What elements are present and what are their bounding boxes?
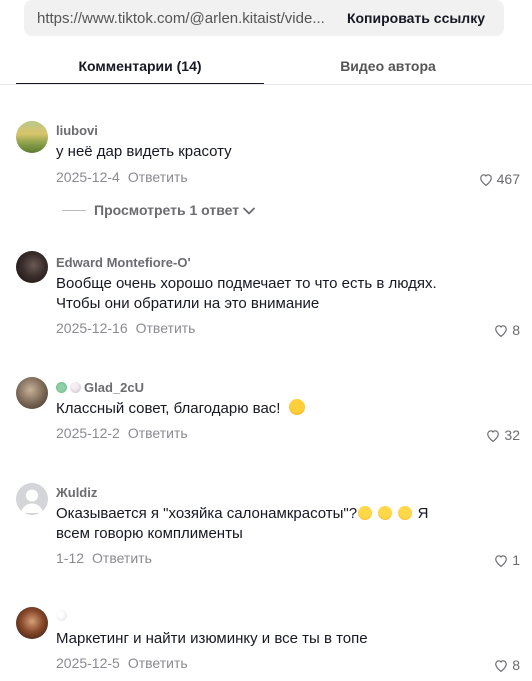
comment-text: Маркетинг и найти изюминку и все ты в то…: [56, 630, 368, 647]
avatar[interactable]: [16, 607, 48, 639]
comment-text: Классный совет, благодарю вас!: [56, 399, 456, 419]
like-count: 8: [512, 322, 520, 338]
comment-item: Edward Montefiore-O' Вообще очень хорошо…: [0, 251, 532, 345]
like-count: 1: [512, 552, 520, 568]
share-url-text[interactable]: https://www.tiktok.com/@arlen.kitaist/vi…: [24, 10, 327, 27]
comment-meta: 2025-12-5 Ответить: [56, 655, 188, 671]
reply-thread-line: [62, 209, 86, 211]
pearl-badge-icon: [70, 382, 81, 393]
comment-meta: 2025-12-16 Ответить: [56, 320, 195, 336]
heart-outline-icon: [494, 659, 508, 672]
reply-button[interactable]: Ответить: [92, 550, 152, 566]
comment-meta: 2025-12-4 Ответить: [56, 169, 188, 185]
like-count: 32: [504, 427, 520, 443]
view-replies-button[interactable]: Просмотреть 1 ответ: [62, 202, 256, 218]
comment-text: Оказывается я "хозяйка салонамкрасоты"? …: [56, 504, 441, 544]
tab-comments[interactable]: Комментарии (14): [16, 50, 264, 85]
comment-text: у неё дар видеть красоту: [56, 143, 232, 160]
clover-badge-icon: [56, 382, 67, 393]
tabs-divider: [0, 84, 532, 85]
heart-outline-icon: [494, 554, 508, 567]
like-button[interactable]: 32: [486, 427, 520, 443]
comment-text: Вообще очень хорошо подмечает то что ест…: [56, 275, 437, 312]
like-button[interactable]: 8: [494, 657, 520, 673]
reply-button[interactable]: Ответить: [128, 425, 188, 441]
comment-date: 2025-12-2: [56, 425, 120, 441]
avatar[interactable]: [16, 377, 48, 409]
view-replies-label: Просмотреть 1 ответ: [94, 202, 240, 218]
heart-outline-icon: [479, 173, 493, 186]
comment-date: 1-12: [56, 550, 85, 566]
avatar[interactable]: [16, 251, 48, 283]
rolling-laughing-emoji-icon: [398, 506, 413, 520]
copy-link-button[interactable]: Копировать ссылку: [327, 10, 504, 26]
avatar[interactable]: [16, 483, 48, 515]
reply-button[interactable]: Ответить: [128, 169, 188, 185]
comment-username[interactable]: [56, 610, 70, 621]
comment-text-content: Классный совет, благодарю вас!: [56, 400, 281, 417]
rolling-laughing-emoji-icon: [358, 506, 373, 520]
comment-date: 2025-12-5: [56, 655, 120, 671]
reply-button[interactable]: Ответить: [136, 320, 196, 336]
comment-username[interactable]: Edward Montefiore-O': [56, 255, 191, 270]
comment-text-before: Оказывается я "хозяйка салонамкрасоты"?: [56, 505, 358, 522]
share-url-bar: https://www.tiktok.com/@arlen.kitaist/vi…: [24, 0, 504, 36]
hugging-face-emoji-icon: [288, 399, 305, 415]
rolling-laughing-emoji-icon: [378, 506, 393, 520]
like-button[interactable]: 1: [494, 552, 520, 568]
reply-button[interactable]: Ответить: [128, 655, 188, 671]
default-avatar-icon: [21, 489, 43, 513]
like-count: 8: [512, 657, 520, 673]
dove-badge-icon: [56, 610, 67, 621]
comment-date: 2025-12-4: [56, 169, 120, 185]
comment-username[interactable]: Жuldiz: [56, 485, 97, 500]
chevron-down-icon: [243, 202, 256, 218]
username-label: Glad_2cU: [84, 380, 144, 395]
comment-item: Жuldiz Оказывается я "хозяйка салонамкра…: [0, 483, 532, 575]
comment-item: Glad_2cU Классный совет, благодарю вас! …: [0, 377, 532, 450]
comment-username[interactable]: Glad_2cU: [56, 380, 144, 395]
like-button[interactable]: 8: [494, 322, 520, 338]
comment-date: 2025-12-16: [56, 320, 128, 336]
heart-outline-icon: [494, 324, 508, 337]
comment-meta: 2025-12-2 Ответить: [56, 425, 188, 441]
tab-author-videos[interactable]: Видео автора: [264, 50, 512, 85]
tab-bar: Комментарии (14) Видео автора: [16, 50, 532, 85]
like-button[interactable]: 467: [479, 171, 520, 187]
comment-username[interactable]: liubovi: [56, 123, 98, 138]
comment-meta: 1-12 Ответить: [56, 550, 152, 566]
like-count: 467: [496, 171, 520, 187]
heart-outline-icon: [486, 429, 500, 442]
comment-item: Маркетинг и найти изюминку и все ты в то…: [0, 607, 532, 680]
avatar[interactable]: [16, 121, 48, 153]
